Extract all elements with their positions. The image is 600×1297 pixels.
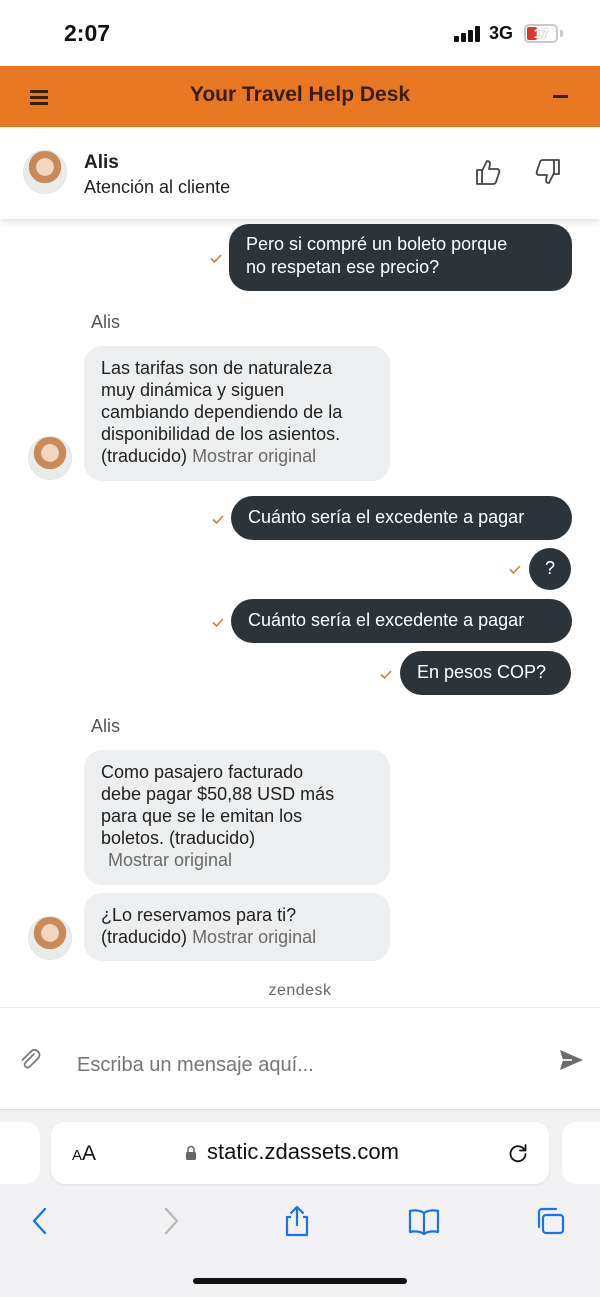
- show-original-link[interactable]: Mostrar original: [192, 446, 316, 466]
- message-text: En pesos COP?: [417, 662, 547, 682]
- status-bar: 2:07 3G 17: [0, 0, 600, 66]
- header-title: Your Travel Help Desk: [189, 83, 411, 106]
- message-text: Cuánto sería el excedente a pagar: [248, 507, 525, 527]
- translated-label: (traducido): [101, 446, 188, 466]
- message-incoming: Como pasajero facturado debe pagar $50,8…: [84, 750, 390, 885]
- chevron-right-icon[interactable]: [154, 1205, 188, 1237]
- message-text: Pero si compré un boleto porque: [246, 234, 508, 254]
- home-indicator[interactable]: [193, 1278, 407, 1284]
- message-text: Cuánto sería el excedente a pagar: [248, 610, 525, 630]
- message-text: para que se le emitan los: [101, 806, 303, 826]
- tabs-icon[interactable]: [534, 1205, 568, 1237]
- chat-header: Your Travel Help Desk: [0, 66, 600, 127]
- url-text[interactable]: static.zdassets.com: [207, 1139, 399, 1165]
- agent-role: Atención al cliente: [84, 177, 231, 197]
- share-icon[interactable]: [280, 1205, 314, 1237]
- message-text: boletos. (traducido): [101, 828, 256, 848]
- message-outgoing: Pero si compré un boleto porque no respe…: [229, 224, 572, 291]
- message-incoming: Las tarifas son de naturaleza muy dinámi…: [84, 346, 390, 481]
- avatar: [23, 150, 67, 194]
- message-text: Las tarifas son de naturaleza: [101, 358, 333, 378]
- battery-level: 17: [533, 26, 549, 41]
- chat-transcript[interactable]: Pero si compré un boleto porque no respe…: [0, 219, 600, 1007]
- show-original-link[interactable]: Mostrar original: [101, 849, 373, 871]
- message-text: no respetan ese precio?: [246, 257, 440, 277]
- address-bar[interactable]: AA static.zdassets.com: [51, 1122, 549, 1184]
- message-composer: [0, 1007, 600, 1109]
- check-icon: [380, 670, 392, 679]
- thumbs-down-icon[interactable]: [532, 157, 562, 187]
- avatar: [28, 436, 72, 480]
- message-text: muy dinámica y siguen: [101, 380, 285, 400]
- message-incoming: ¿Lo reservamos para ti? (traducido) Most…: [84, 893, 390, 961]
- check-icon: [212, 618, 224, 627]
- signal-icon: [454, 26, 482, 42]
- message-text: disponibilidad de los asientos.: [101, 424, 341, 444]
- network-type: 3G: [489, 23, 514, 43]
- show-original-link[interactable]: Mostrar original: [192, 927, 316, 947]
- previous-tab[interactable]: [0, 1122, 40, 1184]
- message-text: debe pagar $50,88 USD más: [101, 784, 335, 804]
- message-text: cambiando dependiendo de la: [101, 402, 343, 422]
- check-icon: [509, 565, 521, 574]
- check-icon: [212, 515, 224, 524]
- message-text: Como pasajero facturado: [101, 762, 304, 782]
- paperclip-icon[interactable]: [18, 1048, 42, 1072]
- sender-name: Alis: [91, 312, 121, 332]
- chevron-left-icon[interactable]: [24, 1205, 58, 1237]
- zendesk-branding[interactable]: zendesk: [0, 982, 600, 1000]
- next-tab[interactable]: [562, 1122, 600, 1184]
- minus-icon[interactable]: [553, 95, 568, 98]
- thumbs-up-icon[interactable]: [474, 157, 504, 187]
- battery-icon: 17: [524, 24, 558, 43]
- message-outgoing: ?: [529, 548, 571, 590]
- agent-bar: Alis Atención al cliente: [0, 127, 600, 219]
- book-icon[interactable]: [407, 1205, 441, 1237]
- reload-icon[interactable]: [507, 1142, 529, 1164]
- translated-label: (traducido): [101, 927, 188, 947]
- message-outgoing: En pesos COP?: [400, 651, 571, 695]
- message-input[interactable]: [77, 1054, 517, 1077]
- send-icon[interactable]: [558, 1048, 584, 1072]
- avatar: [28, 916, 72, 960]
- page-settings-button[interactable]: AA: [72, 1142, 96, 1166]
- message-outgoing: Cuánto sería el excedente a pagar: [231, 496, 572, 540]
- status-time: 2:07: [64, 20, 111, 46]
- agent-name: Alis: [84, 152, 119, 173]
- message-outgoing: Cuánto sería el excedente a pagar: [231, 599, 572, 643]
- message-text: ¿Lo reservamos para ti?: [101, 905, 297, 925]
- browser-toolbar: AA static.zdassets.com: [0, 1109, 600, 1297]
- sender-name: Alis: [91, 716, 121, 736]
- check-icon: [210, 254, 222, 263]
- message-text: ?: [544, 558, 555, 578]
- lock-icon: [186, 1145, 196, 1160]
